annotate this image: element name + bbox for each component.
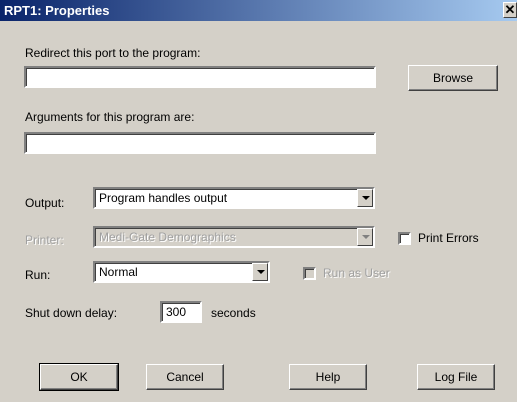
run-label: Run: [25,268,51,282]
chevron-down-icon[interactable] [357,189,373,207]
shutdown-delay-input[interactable]: 300 [160,301,202,323]
chevron-down-icon[interactable] [252,263,268,281]
chevron-down-icon [357,228,373,246]
title-bar[interactable]: RPT1: Properties ✕ [0,0,517,21]
print-errors-checkbox[interactable] [398,232,411,245]
close-icon[interactable]: ✕ [503,2,517,18]
help-button[interactable]: Help [289,364,367,390]
print-errors-label: Print Errors [418,231,479,245]
log-file-button[interactable]: Log File [417,364,495,390]
arguments-label: Arguments for this program are: [25,110,195,124]
run-select[interactable]: Normal [93,261,270,283]
run-as-user-label: Run as User [323,266,390,280]
browse-button[interactable]: Browse [408,65,498,91]
seconds-label: seconds [211,306,256,320]
arguments-input[interactable] [24,132,376,154]
shutdown-delay-label: Shut down delay: [25,306,118,320]
window-title: RPT1: Properties [4,3,110,18]
printer-select: Medi-Gate Demographics [93,226,375,248]
printer-label: Printer: [25,233,64,247]
output-label: Output: [25,196,65,210]
properties-dialog: RPT1: Properties ✕ Redirect this port to… [0,0,517,402]
output-select[interactable]: Program handles output [93,187,375,209]
run-as-user-checkbox [303,267,316,280]
ok-button[interactable]: OK [39,363,119,391]
redirect-program-input[interactable] [24,66,376,88]
redirect-label: Redirect this port to the program: [25,46,201,60]
cancel-button[interactable]: Cancel [146,364,224,390]
